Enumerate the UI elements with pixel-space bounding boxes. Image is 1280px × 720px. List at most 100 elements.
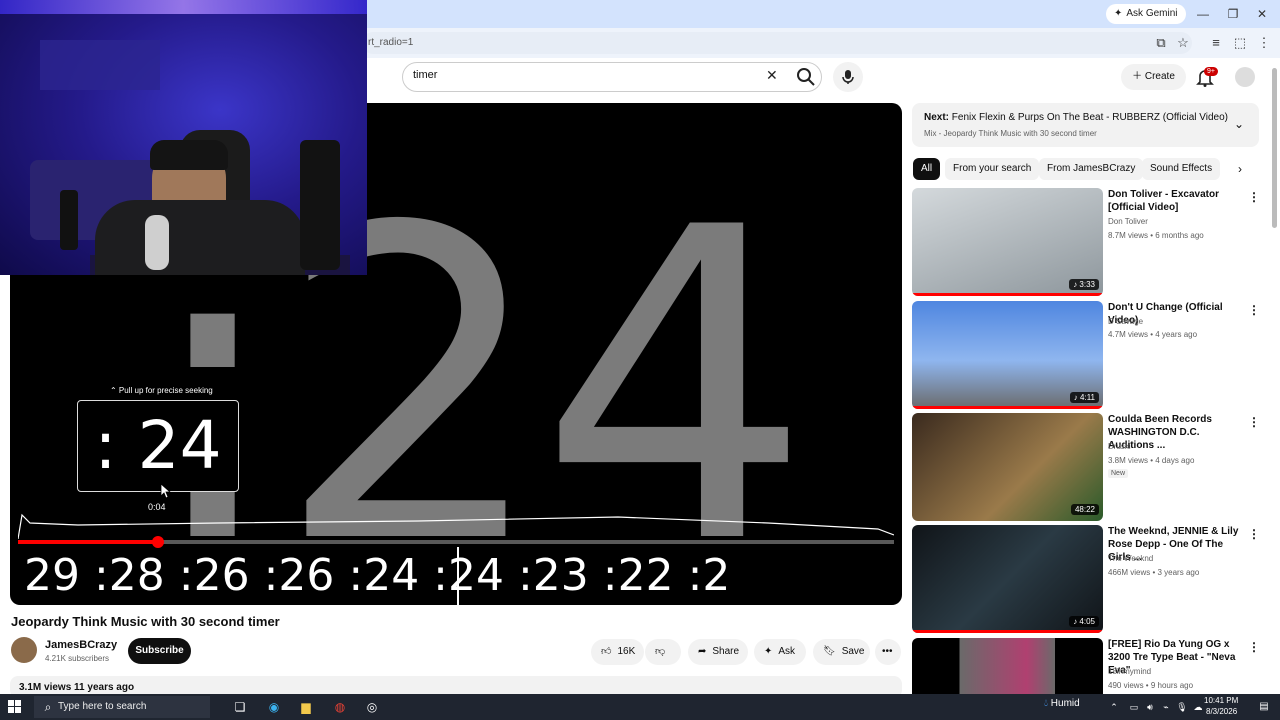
recommendation-meta: 490 views • 9 hours ago (1108, 681, 1194, 690)
watched-progress (912, 406, 1103, 409)
subscribe-button[interactable]: Subscribe (128, 638, 191, 664)
channel-name[interactable]: JamesBCrazy (45, 639, 117, 651)
weather-label: Humid (1050, 698, 1080, 709)
bookmark-star-icon[interactable]: ☆ (1173, 33, 1193, 53)
recommendation-item[interactable]: ♪ 3:33 Don Toliver - Excavator [Official… (912, 188, 1262, 296)
chevron-right-icon[interactable]: › (1238, 162, 1242, 176)
thumbs-up-icon: 👍︎ (601, 646, 612, 657)
ask-gemini-button[interactable]: ✦ Ask Gemini (1106, 4, 1186, 24)
bookmark-icon: 🔖︎ (823, 646, 836, 657)
watched-progress (912, 630, 1103, 633)
recommendation-title[interactable]: Don Toliver - Excavator [Official Video] (1108, 188, 1242, 214)
video-thumbnail[interactable]: 48:22 (912, 413, 1103, 521)
minimize-icon[interactable]: — (1188, 4, 1218, 24)
storyboard-position-marker (457, 547, 459, 605)
system-tray-chevron-icon[interactable]: ⌃ (1104, 697, 1124, 717)
recommendation-meta: 4.7M views • 4 years ago (1108, 330, 1198, 339)
ask-button[interactable]: ✦ Ask (754, 639, 806, 665)
recommendation-channel[interactable]: Don Toliver (1108, 217, 1148, 226)
channel-avatar[interactable] (11, 637, 37, 663)
chrome-icon[interactable]: ◍ (330, 697, 350, 717)
search-icon[interactable] (795, 66, 817, 88)
create-button[interactable]: ＋ Create (1121, 64, 1186, 90)
media-control-icon[interactable]: ≡ (1206, 33, 1226, 53)
chip-all[interactable]: All (913, 158, 941, 180)
create-label: Create (1144, 71, 1175, 82)
video-thumbnail[interactable] (912, 638, 1103, 694)
recommendation-meta: 3.8M views • 4 days ago (1108, 456, 1195, 465)
microphone-icon (842, 70, 854, 84)
most-replayed-graph (18, 513, 894, 539)
duration-badge: ♪ 3:33 (1069, 279, 1099, 290)
dislike-button[interactable]: 👎︎ (645, 639, 681, 665)
more-vertical-icon[interactable]: ⋮ (1248, 640, 1260, 654)
webcam-overlay (0, 0, 367, 275)
ask-label: Ask (778, 646, 796, 657)
seek-hint: ⌃ Pull up for precise seeking (110, 386, 213, 395)
chevron-down-icon[interactable]: ⌄ (1234, 117, 1244, 131)
mouse-cursor-icon (160, 483, 172, 499)
restore-icon[interactable]: ❐ (1218, 4, 1248, 24)
cast-icon[interactable]: ⧉ (1151, 33, 1171, 53)
taskbar-clock-date[interactable]: 8/3/2026 (1206, 707, 1237, 716)
video-title: Jeopardy Think Music with 30 second time… (11, 614, 280, 629)
recommendation-channel[interactable]: Druski (1108, 442, 1131, 451)
video-thumbnail[interactable]: ♪ 4:05 (912, 525, 1103, 633)
recommendation-item[interactable]: ♪ 4:11 Don't U Change (Official Video) D… (912, 301, 1262, 409)
notification-center-icon[interactable]: ▤ (1254, 697, 1274, 717)
droplet-icon: 💧︎ (1044, 698, 1048, 709)
like-count: 16K (617, 646, 636, 657)
profile-avatar[interactable] (1235, 67, 1255, 87)
more-vertical-icon[interactable]: ⋮ (1248, 527, 1260, 541)
more-vertical-icon[interactable]: ⋮ (1248, 415, 1260, 429)
more-vertical-icon[interactable]: ⋮ (1248, 190, 1260, 204)
recommendation-item[interactable]: [FREE] Rio Da Yung OG x 3200 Tre Type Be… (912, 638, 1262, 694)
share-button[interactable]: ➦ Share (688, 639, 748, 665)
taskbar-search[interactable]: Type here to search (34, 696, 210, 718)
up-next-playlist: Mix - Jeopardy Think Music with 30 secon… (924, 129, 1097, 138)
file-explorer-icon[interactable]: ▆ (296, 697, 316, 717)
video-thumbnail[interactable]: ♪ 3:33 (912, 188, 1103, 296)
recommendation-channel[interactable]: D Savage (1108, 317, 1143, 326)
recommendation-channel[interactable]: The Weeknd (1108, 554, 1153, 563)
close-window-icon[interactable]: ✕ (1247, 4, 1277, 24)
plus-icon: ＋ (1132, 71, 1143, 82)
save-label: Save (841, 646, 865, 657)
up-next-prefix: Next: (924, 112, 950, 123)
clear-search-icon[interactable]: ✕ (766, 67, 778, 84)
up-next-video-title: Fenix Flexin & Purps On The Beat - RUBBE… (951, 112, 1229, 123)
more-actions-button[interactable]: ••• (875, 639, 901, 665)
watched-progress (912, 293, 1103, 296)
recommendation-item[interactable]: 48:22 Coulda Been Records WASHINGTON D.C… (912, 413, 1262, 521)
obs-icon[interactable]: ◎ (362, 697, 382, 717)
task-view-icon[interactable]: ❏ (230, 697, 250, 717)
sparkle-icon: ✦ (764, 646, 773, 657)
taskbar-clock-time[interactable]: 10:41 PM (1204, 696, 1238, 705)
search-icon: ⌕ (44, 700, 52, 714)
search-input[interactable]: timer (413, 69, 437, 81)
chrome-menu-icon[interactable]: ⋮ (1254, 33, 1274, 53)
extensions-icon[interactable]: ⬚ (1230, 33, 1250, 53)
voice-search-button[interactable] (833, 62, 863, 92)
chip-sound-effects[interactable]: Sound Effects (1142, 158, 1221, 180)
up-next-panel[interactable] (912, 103, 1259, 147)
precise-seek-storyboard[interactable]: 29 :28 :26 :26 :24 :24 :23 :22 :2 (10, 547, 902, 605)
page-scrollbar-thumb[interactable] (1272, 68, 1277, 228)
new-badge: New (1108, 469, 1129, 478)
duration-badge: ♪ 4:11 (1069, 392, 1099, 403)
like-button[interactable]: 👍︎ 16K (591, 639, 644, 665)
recommendation-channel[interactable]: 18inmymind (1108, 667, 1151, 676)
video-thumbnail[interactable]: ♪ 4:11 (912, 301, 1103, 409)
address-bar[interactable]: rt_radio=1 (362, 32, 1192, 54)
chip-from-your-search[interactable]: From your search (945, 158, 1040, 180)
windows-start-icon[interactable] (8, 700, 22, 714)
subscriber-count: 4.21K subscribers (45, 654, 110, 663)
recommendation-meta: 466M views • 3 years ago (1108, 568, 1200, 577)
search-box[interactable] (402, 62, 822, 92)
edge-icon[interactable]: ◉ (264, 697, 284, 717)
recommendation-item[interactable]: ♪ 4:05 The Weeknd, JENNIE & Lily Rose De… (912, 525, 1262, 633)
weather-widget[interactable]: 💧︎ Humid (1044, 698, 1080, 709)
save-button[interactable]: 🔖︎ Save (813, 639, 870, 665)
chip-from-channel[interactable]: From JamesBCrazy (1039, 158, 1144, 180)
more-vertical-icon[interactable]: ⋮ (1248, 303, 1260, 317)
